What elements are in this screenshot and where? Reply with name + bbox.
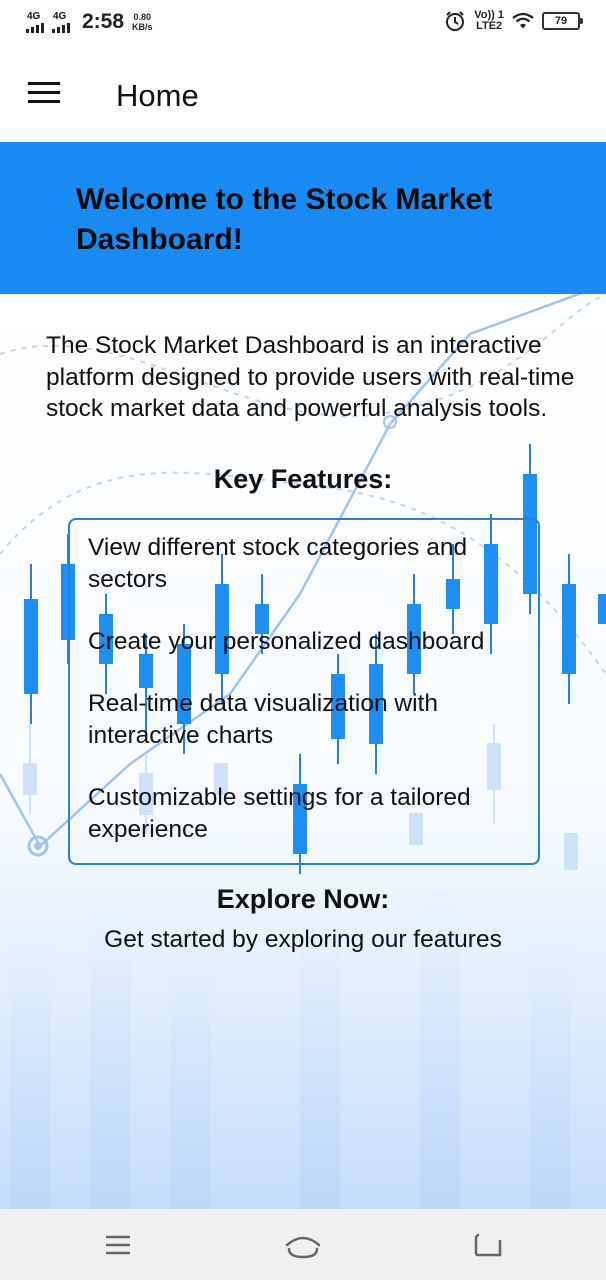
features-list: View different stock categories and sect…	[70, 520, 538, 846]
hamburger-menu-icon[interactable]	[28, 82, 60, 106]
explore-text: Get started by exploring our features	[104, 926, 502, 953]
battery-icon: 79	[542, 12, 583, 30]
signal-icon: 4G	[52, 11, 72, 33]
volte-bottom: LTE2	[476, 20, 503, 32]
welcome-heading: Welcome to the Stock Market Dashboard!	[76, 183, 493, 256]
back-icon[interactable]	[468, 1227, 508, 1263]
status-right: Vo)) 1 LTE2 79	[444, 10, 583, 32]
speed-value: 0.80	[133, 12, 152, 22]
system-nav-bar	[0, 1209, 606, 1280]
network-speed: 0.80 KB/s	[132, 12, 153, 32]
feature-item: Customizable settings for a tailored exp…	[88, 784, 471, 843]
network-type-1: 4G	[27, 11, 41, 22]
status-left: 4G 4G 2:58 0.80 KB/s	[26, 10, 153, 34]
signal-icon: 4G	[26, 11, 46, 33]
speed-unit: KB/s	[132, 22, 153, 32]
feature-item: View different stock categories and sect…	[88, 534, 468, 593]
key-features-title: Key Features:	[213, 464, 393, 494]
features-card: View different stock categories and sect…	[68, 518, 540, 865]
welcome-banner: Welcome to the Stock Market Dashboard!	[0, 142, 606, 294]
status-bar: 4G 4G 2:58 0.80 KB/s Vo)) 1 LTE2 79	[0, 0, 606, 48]
intro-text: The Stock Market Dashboard is an interac…	[46, 332, 575, 422]
explore-title: Explore Now:	[216, 884, 390, 914]
page-title: Home	[116, 78, 199, 113]
home-icon[interactable]	[283, 1227, 323, 1263]
main-content: The Stock Market Dashboard is an interac…	[0, 294, 606, 1209]
app-bar: Home	[0, 48, 606, 142]
feature-item: Create your personalized dashboard	[88, 628, 485, 655]
volte-indicator: Vo)) 1 LTE2	[474, 10, 504, 32]
alarm-icon	[446, 11, 465, 31]
feature-item: Real-time data visualization with intera…	[88, 690, 438, 749]
status-time: 2:58	[82, 10, 125, 33]
network-type-2: 4G	[53, 11, 67, 22]
battery-level: 79	[554, 15, 568, 27]
wifi-icon	[512, 12, 534, 29]
recents-icon[interactable]	[98, 1227, 138, 1263]
